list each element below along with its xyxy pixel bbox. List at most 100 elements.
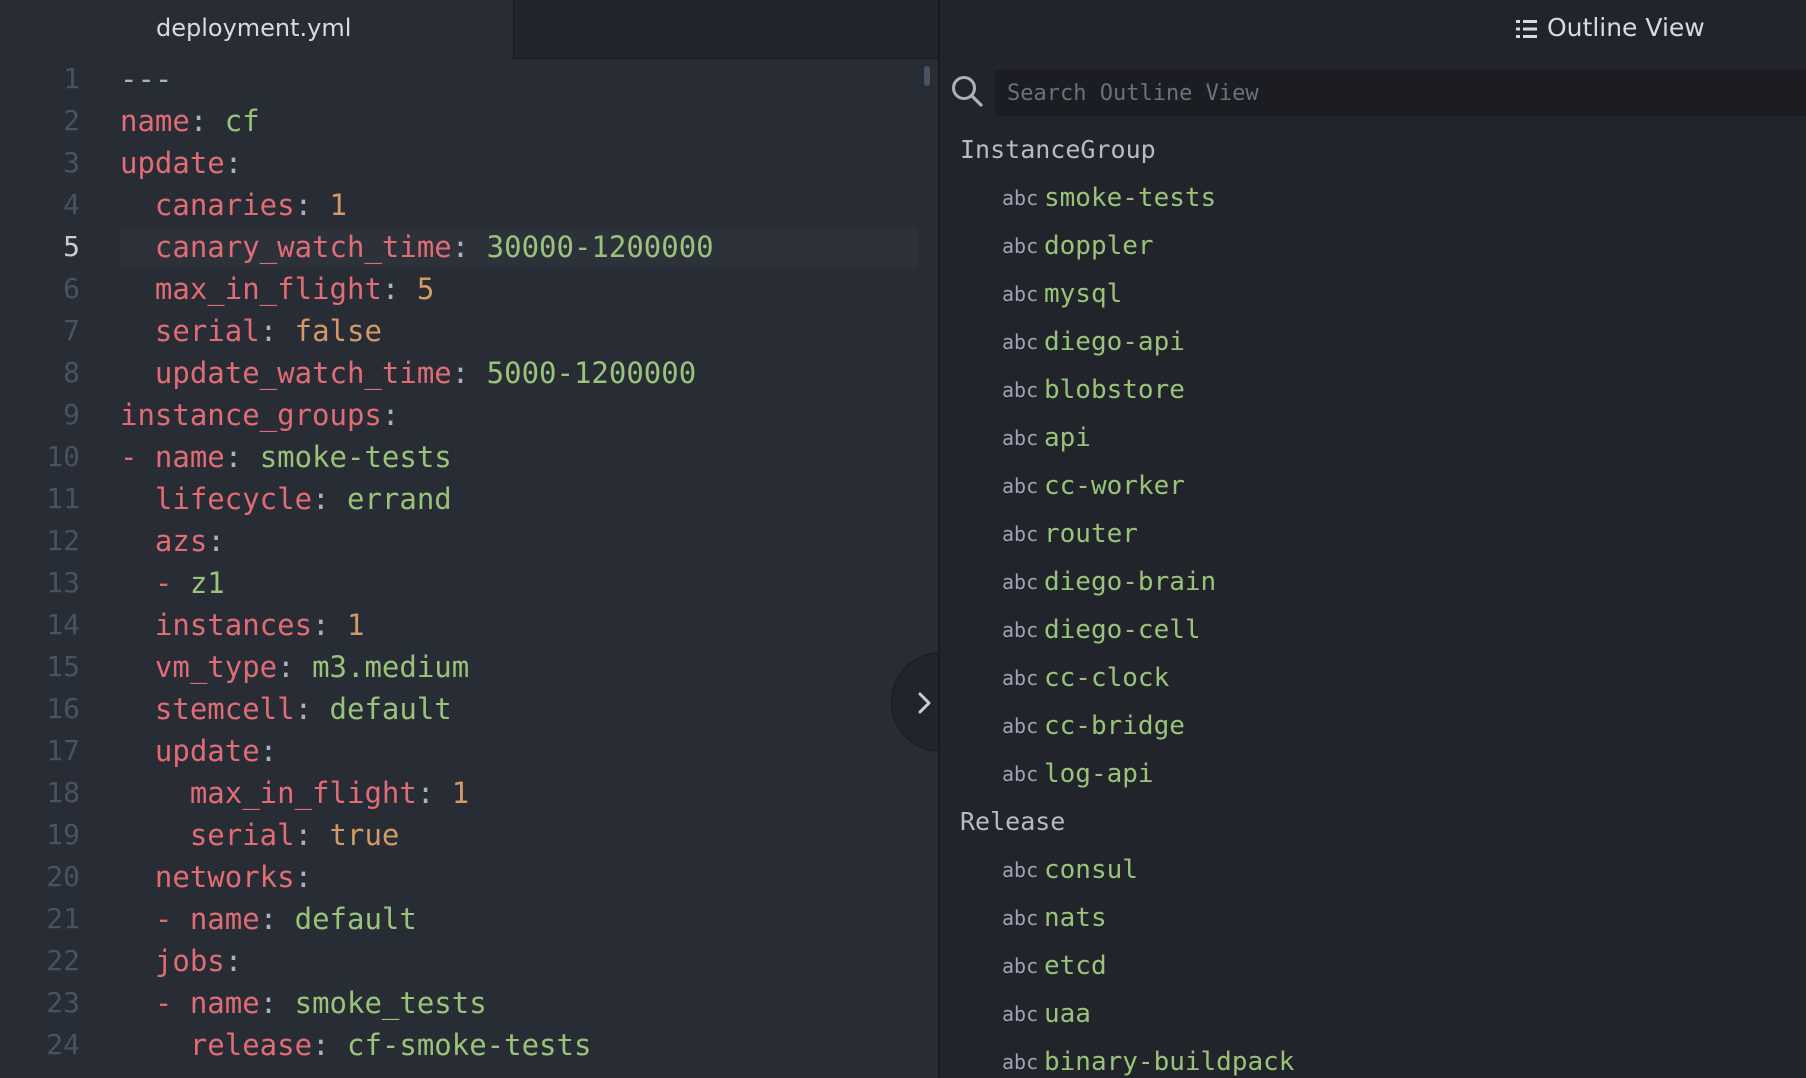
outline-item[interactable]: abc diego-api: [940, 318, 1806, 366]
outline-item[interactable]: abc router: [940, 510, 1806, 558]
outline-item[interactable]: abc binary-buildpack: [940, 1038, 1806, 1078]
outline-item[interactable]: abc etcd: [940, 942, 1806, 990]
string-type-icon: abc: [1002, 858, 1039, 882]
code-line[interactable]: 7 serial: false: [0, 310, 938, 352]
code-line[interactable]: 17 update:: [0, 730, 938, 772]
outline-item-label: cc-worker: [1044, 471, 1185, 501]
code-token: :: [224, 146, 243, 180]
line-text: update_watch_time: 5000-1200000: [120, 352, 696, 394]
vertical-scrollbar[interactable]: [924, 66, 930, 86]
outline-item[interactable]: abc diego-brain: [940, 558, 1806, 606]
outline-item[interactable]: abc uaa: [940, 990, 1806, 1038]
code-token: :: [294, 692, 330, 726]
outline-item[interactable]: abc log-api: [940, 750, 1806, 798]
outline-item[interactable]: abc cc-bridge: [940, 702, 1806, 750]
string-type-icon: abc: [1002, 1050, 1039, 1074]
code-token: vm_type: [154, 650, 278, 684]
line-number: 17: [46, 734, 80, 767]
line-number: 20: [46, 860, 80, 893]
code-line[interactable]: 16 stemcell: default: [0, 688, 938, 730]
code-token: 1: [451, 776, 470, 810]
string-type-icon: abc: [1002, 762, 1039, 786]
line-text: instance_groups:: [120, 394, 399, 436]
code-line[interactable]: 12 azs:: [0, 520, 938, 562]
code-line[interactable]: 10 - name: smoke-tests: [0, 436, 938, 478]
outline-item[interactable]: abc consul: [940, 846, 1806, 894]
string-type-icon: abc: [1002, 186, 1039, 210]
code-token: -: [154, 566, 190, 600]
chevron-right-icon: [918, 692, 931, 714]
line-text: stemcell: default: [120, 688, 452, 730]
code-line[interactable]: 14 instances: 1: [0, 604, 938, 646]
code-line[interactable]: 23 - name: smoke_tests: [0, 982, 938, 1024]
editor-pane[interactable]: deployment.yml 1 --- 2 name: cf 3 update: 4 ca…: [0, 0, 938, 1078]
string-type-icon: abc: [1002, 378, 1039, 402]
outline-item[interactable]: abc doppler: [940, 222, 1806, 270]
code-token: :: [312, 608, 347, 642]
code-token: name: [189, 986, 260, 1020]
outline-item[interactable]: abc cc-worker: [940, 462, 1806, 510]
code-token: :: [451, 230, 487, 264]
line-number: 6: [63, 272, 80, 305]
line-text: max_in_flight: 1: [120, 772, 469, 814]
code-line[interactable]: 3 update:: [0, 142, 938, 184]
code-token: 1: [329, 188, 347, 222]
code-line[interactable]: 24 release: cf-smoke-tests: [0, 1024, 938, 1066]
code-token: :: [189, 104, 225, 138]
code-line[interactable]: 13 - z1: [0, 562, 938, 604]
search-outline-input[interactable]: [995, 70, 1806, 116]
code-line[interactable]: 15 vm_type: m3.medium: [0, 646, 938, 688]
code-token: 30000-1200000: [486, 230, 714, 264]
line-number: 22: [46, 944, 80, 977]
outline-item-label: api: [1044, 423, 1091, 453]
code-line[interactable]: 19 serial: true: [0, 814, 938, 856]
tab-deployment-yml[interactable]: deployment.yml: [0, 0, 513, 59]
code-token: true: [329, 818, 400, 852]
outline-item[interactable]: abc blobstore: [940, 366, 1806, 414]
line-text: azs:: [120, 520, 225, 562]
outline-item[interactable]: abc diego-cell: [940, 606, 1806, 654]
code-line[interactable]: 1 ---: [0, 58, 938, 100]
code-line[interactable]: 5 canary_watch_time: 30000-1200000: [0, 226, 938, 268]
code-token: :: [259, 986, 295, 1020]
line-text: serial: false: [120, 310, 382, 352]
code-token: max_in_flight: [189, 776, 417, 810]
outline-group-label[interactable]: InstanceGroup: [960, 126, 1156, 174]
outline-item-label: consul: [1044, 855, 1138, 885]
line-number: 8: [63, 356, 80, 389]
code-line[interactable]: 11 lifecycle: errand: [0, 478, 938, 520]
code-line[interactable]: 4 canaries: 1: [0, 184, 938, 226]
outline-item[interactable]: abc smoke-tests: [940, 174, 1806, 222]
tab-bar-empty-area: [513, 0, 938, 59]
outline-item[interactable]: abc mysql: [940, 270, 1806, 318]
code-token: -: [154, 986, 190, 1020]
code-token: default: [294, 902, 417, 936]
outline-item-label: cc-clock: [1044, 663, 1170, 693]
code-token: serial: [189, 818, 295, 852]
outline-item-label: uaa: [1044, 999, 1091, 1029]
outline-group-label[interactable]: Release: [960, 798, 1065, 846]
line-text: canary_watch_time: 30000-1200000: [120, 226, 714, 268]
outline-item-label: diego-cell: [1044, 615, 1201, 645]
outline-item[interactable]: abc cc-clock: [940, 654, 1806, 702]
code-token: :: [207, 524, 225, 558]
code-line[interactable]: 9 instance_groups:: [0, 394, 938, 436]
code-line[interactable]: 21 - name: default: [0, 898, 938, 940]
code-token: default: [329, 692, 452, 726]
code-line[interactable]: 22 jobs:: [0, 940, 938, 982]
code-token: canary_watch_time: [154, 230, 452, 264]
code-line[interactable]: 8 update_watch_time: 5000-1200000: [0, 352, 938, 394]
outline-item[interactable]: abc api: [940, 414, 1806, 462]
code-line[interactable]: 20 networks:: [0, 856, 938, 898]
code-line[interactable]: 18 max_in_flight: 1: [0, 772, 938, 814]
code-line[interactable]: 2 name: cf: [0, 100, 938, 142]
outline-item[interactable]: abc nats: [940, 894, 1806, 942]
code-line[interactable]: 6 max_in_flight: 5: [0, 268, 938, 310]
